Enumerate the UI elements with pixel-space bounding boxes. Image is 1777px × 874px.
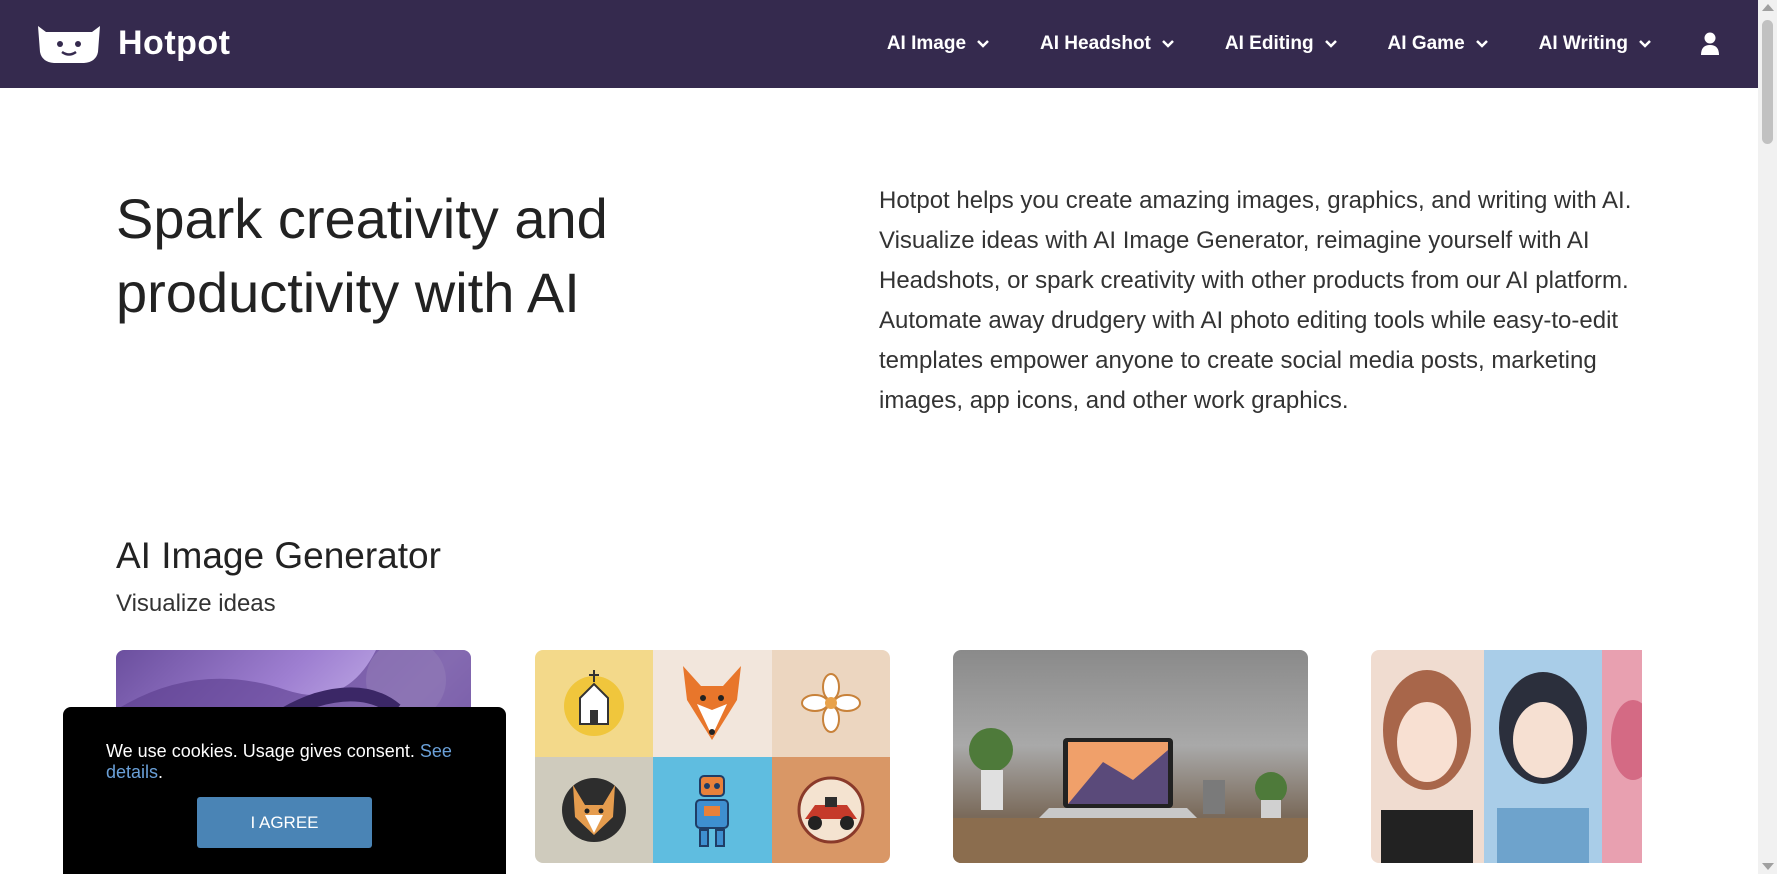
- example-card-anime[interactable]: [1371, 650, 1642, 863]
- scroll-up-arrow-icon[interactable]: [1762, 4, 1774, 11]
- robot-icon: [653, 756, 772, 863]
- nav-ai-image[interactable]: AI Image: [887, 33, 990, 55]
- example-card-logo-grid[interactable]: [535, 650, 890, 863]
- scroll-down-arrow-icon[interactable]: [1762, 863, 1774, 870]
- logo-text: Hotpot: [118, 23, 231, 62]
- nav-ai-headshot-label: AI Headshot: [1040, 33, 1151, 54]
- chevron-down-icon: [977, 40, 989, 48]
- scroll-thumb[interactable]: [1762, 20, 1773, 144]
- flower-icon: [771, 650, 890, 757]
- user-icon: [1701, 32, 1719, 55]
- nav-ai-game[interactable]: AI Game: [1388, 33, 1489, 55]
- nav-ai-game-label: AI Game: [1387, 33, 1465, 54]
- racecar-icon: [771, 756, 890, 863]
- nav-ai-headshot[interactable]: AI Headshot: [1040, 33, 1175, 55]
- cookie-period: .: [158, 762, 164, 782]
- chevron-down-icon: [1162, 40, 1174, 48]
- nav-ai-writing[interactable]: AI Writing: [1539, 33, 1652, 55]
- section-subtitle: Visualize ideas: [116, 590, 276, 617]
- cookie-message: We use cookies. Usage gives consent. See…: [106, 741, 506, 783]
- section-title: AI Image Generator: [116, 535, 441, 576]
- cookie-banner: We use cookies. Usage gives consent. See…: [63, 707, 506, 874]
- church-icon: [535, 650, 654, 757]
- user-account-button[interactable]: [1700, 32, 1720, 56]
- chevron-down-icon: [1639, 40, 1651, 48]
- cookie-text: We use cookies. Usage gives consent.: [106, 741, 420, 761]
- nav-ai-editing[interactable]: AI Editing: [1225, 33, 1338, 55]
- chevron-down-icon: [1324, 40, 1337, 48]
- nav-ai-editing-label: AI Editing: [1224, 33, 1314, 54]
- anime-portraits-image: [1371, 650, 1642, 863]
- hero-description: Hotpot helps you create amazing images, …: [879, 187, 1632, 414]
- agree-button[interactable]: I AGREE: [197, 797, 372, 848]
- main-menu: AI Image AI Headshot AI Editing AI Game …: [837, 0, 1720, 88]
- logo[interactable]: Hotpot: [36, 22, 231, 64]
- hero-title: Spark creativity and productivity with A…: [116, 187, 608, 324]
- nav-ai-writing-label: AI Writing: [1538, 33, 1628, 54]
- nav-ai-image-label: AI Image: [886, 33, 967, 54]
- vertical-scrollbar[interactable]: [1758, 0, 1777, 874]
- laptop-desk-photo-image: [953, 728, 1308, 863]
- example-card-laptop[interactable]: [953, 650, 1308, 863]
- corgi-icon: [535, 756, 654, 863]
- chevron-down-icon: [1475, 40, 1488, 48]
- top-navbar: Hotpot AI Image AI Headshot AI Editing A…: [0, 0, 1758, 88]
- hotpot-logo-icon: [38, 26, 100, 63]
- fox-icon: [653, 650, 772, 757]
